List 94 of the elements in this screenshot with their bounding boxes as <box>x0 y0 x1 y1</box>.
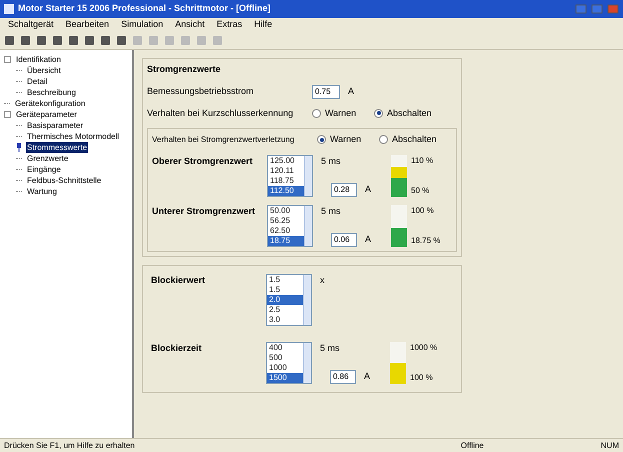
panel-title: Stromgrenzwerte <box>147 63 222 76</box>
list-item[interactable]: 18.75 <box>268 236 304 246</box>
menu-item[interactable]: Schaltgerät <box>8 18 54 32</box>
field-label: Unterer Stromgrenzwert <box>152 204 256 218</box>
tree-item[interactable]: Identifikation <box>15 54 62 65</box>
tree-item[interactable]: Übersicht <box>26 65 62 76</box>
list-item[interactable]: 1000 <box>267 362 303 372</box>
meter-max-label: 110 % <box>411 154 434 166</box>
current-field[interactable]: 0.06 <box>331 232 357 246</box>
list-item[interactable]: 120.11 <box>268 166 304 176</box>
list-item[interactable]: 2.0 <box>267 294 303 304</box>
tree-item[interactable]: Basisparameter <box>26 120 84 131</box>
scrollbar[interactable] <box>304 206 312 246</box>
list-item[interactable]: 3.0 <box>267 314 303 324</box>
list-item[interactable]: 1500 <box>267 372 303 382</box>
list-item[interactable]: 62.50 <box>268 226 304 236</box>
tree-item[interactable]: Geräteparameter <box>15 109 78 120</box>
meter-min-label: 100 % <box>410 372 434 384</box>
field-label: Blockierwert <box>151 274 206 286</box>
menu-item[interactable]: Hilfe <box>254 18 272 32</box>
value-list[interactable]: 400 500 1000 1500 <box>266 342 312 384</box>
radio-label: Warnen <box>325 106 356 120</box>
field-label: Bemessungsbetriebsstrom <box>147 84 255 98</box>
time-label: 5 ms <box>321 154 342 168</box>
radio-button[interactable] <box>317 135 326 144</box>
value-list[interactable]: 125.00 120.11 118.75 112.50 <box>267 154 313 196</box>
list-item[interactable]: 1.5 <box>267 284 303 294</box>
meter-max-label: 1000 % <box>410 342 438 354</box>
radio-button[interactable] <box>379 135 388 144</box>
list-item[interactable]: 125.00 <box>268 156 304 166</box>
field-label: Verhalten bei Kurzschlusserkennung <box>147 106 294 120</box>
unit-label: A <box>365 232 372 246</box>
radio-button[interactable] <box>312 108 321 118</box>
radio-button[interactable] <box>374 108 383 118</box>
list-item[interactable]: 50.00 <box>268 206 304 216</box>
list-item[interactable]: 2.5 <box>267 304 303 314</box>
status-keys: NUM <box>600 440 619 452</box>
unit-label: A <box>365 182 372 196</box>
menu-item[interactable]: Extras <box>216 18 242 32</box>
tree-item[interactable]: Gerätekonfiguration <box>14 98 86 109</box>
time-label: 5 ms <box>320 342 341 354</box>
current-field[interactable]: 0.86 <box>330 370 356 384</box>
tree-item[interactable]: Feldbus-Schnittstelle <box>26 175 102 186</box>
value-list[interactable]: 1.5 1.5 2.0 2.5 3.0 <box>266 274 312 326</box>
field-label: Verhalten bei Stromgrenzwertverletzung <box>152 134 296 146</box>
menu-item[interactable]: Simulation <box>121 18 164 32</box>
maximize-button[interactable] <box>591 3 603 15</box>
time-label: x <box>320 274 326 286</box>
list-item[interactable]: 400 <box>267 342 303 352</box>
time-label: 5 ms <box>321 204 342 218</box>
meter-max-label: 100 % <box>411 204 435 216</box>
app-icon <box>4 4 14 14</box>
status-text: Drücken Sie F1, um Hilfe zu erhalten <box>4 440 136 452</box>
list-item[interactable]: 112.50 <box>268 186 304 196</box>
field-label: Blockierzeit <box>151 342 203 354</box>
scrollbar[interactable] <box>304 156 312 196</box>
radio-label: Abschalten <box>387 106 432 120</box>
meter-min-label: 50 % <box>411 184 430 196</box>
tree-item[interactable]: Beschreibung <box>26 87 77 98</box>
radio-label: Warnen <box>330 133 362 146</box>
list-item[interactable]: 1.5 <box>267 274 303 284</box>
window-title: Motor Starter 15 2006 Professional - Schrittmotor - [Offline] <box>18 2 272 16</box>
scrollbar[interactable] <box>303 274 311 324</box>
close-button[interactable] <box>607 3 619 15</box>
unit-label: A <box>364 370 370 383</box>
minimize-button[interactable] <box>575 3 587 15</box>
tree-item[interactable]: Strommesswerte <box>26 142 88 153</box>
meter-min-label: 18.75 % <box>411 234 440 246</box>
value-list[interactable]: 50.00 56.25 62.50 18.75 <box>267 204 313 246</box>
tree-expander[interactable] <box>4 111 11 118</box>
list-item[interactable]: 56.25 <box>268 216 304 226</box>
tree-item[interactable]: Grenzwerte <box>26 153 70 164</box>
list-item[interactable]: 500 <box>267 352 303 362</box>
tree-expander[interactable] <box>4 56 11 63</box>
toolbar-icon[interactable] <box>180 35 191 46</box>
unit-label: A <box>348 84 354 98</box>
tree-item[interactable]: Eingänge <box>26 164 62 175</box>
pin-icon <box>16 143 22 152</box>
tree-item[interactable]: Thermisches Motormodell <box>26 131 120 142</box>
rated-current-field[interactable]: 0.75 <box>312 84 340 98</box>
scrollbar[interactable] <box>303 342 311 382</box>
toolbar-icon[interactable] <box>132 35 143 46</box>
toolbar-icon[interactable] <box>164 35 175 46</box>
status-mode: Offline <box>460 440 485 452</box>
radio-label: Abschalten <box>392 133 437 146</box>
field-label: Oberer Stromgrenzwert <box>152 154 254 168</box>
menu-item[interactable]: Ansicht <box>175 18 205 32</box>
menu-item[interactable]: Bearbeiten <box>66 18 110 32</box>
current-field[interactable]: 0.28 <box>331 182 357 196</box>
tree-item[interactable]: Detail <box>26 76 48 87</box>
list-item[interactable]: 118.75 <box>268 176 304 186</box>
toolbar-icon[interactable] <box>148 35 159 46</box>
tree-item[interactable]: Wartung <box>26 186 58 197</box>
toolbar-icon[interactable] <box>196 35 207 46</box>
